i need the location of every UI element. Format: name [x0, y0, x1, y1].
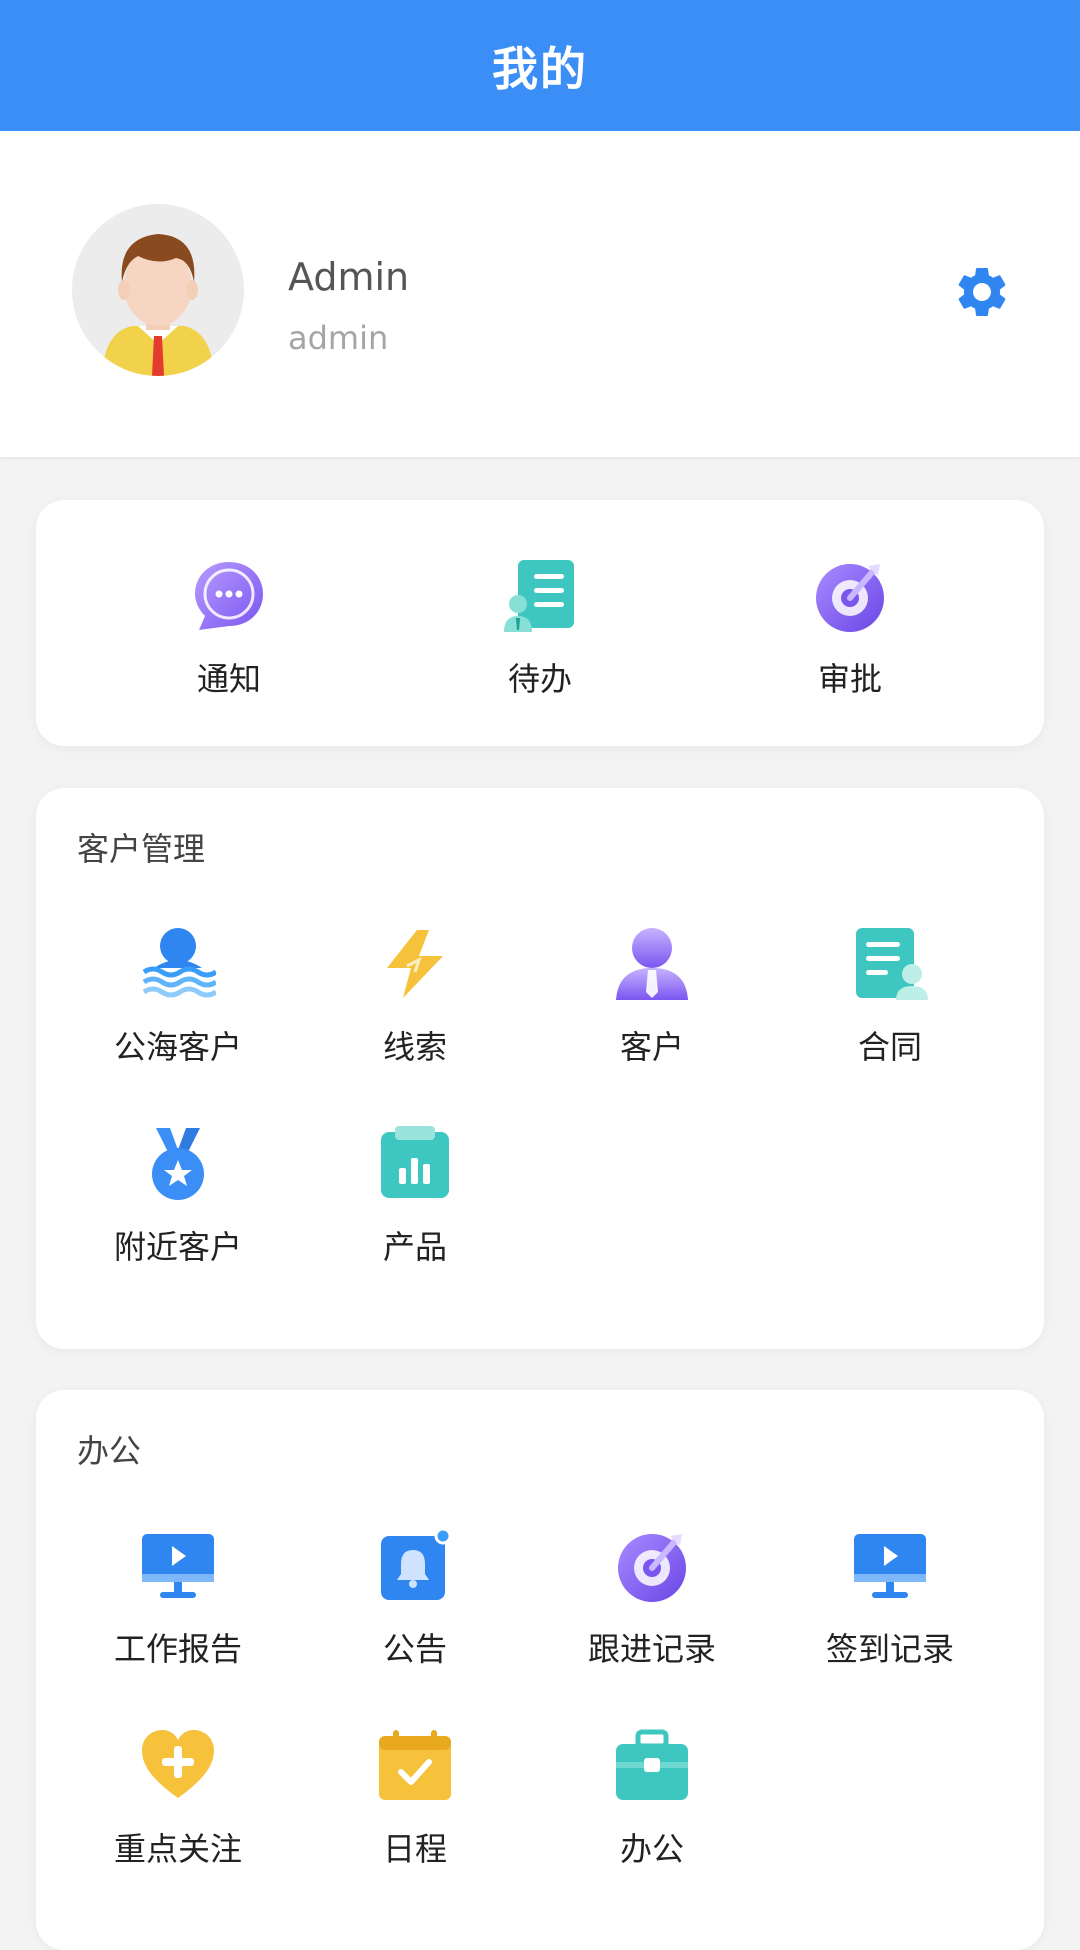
calendar-check-icon — [379, 1730, 451, 1800]
office-item-checkin[interactable]: 签到记录 — [771, 1528, 1009, 1688]
bell-icon — [381, 1528, 452, 1600]
profile-section[interactable]: Admin admin — [0, 131, 1080, 457]
todo-list-icon — [504, 560, 574, 632]
customer-item-public-sea[interactable]: 公海客户 — [59, 926, 297, 1086]
customer-item-leads[interactable]: 线索 — [296, 926, 534, 1086]
lightning-icon — [387, 930, 443, 998]
settings-button[interactable] — [952, 262, 1012, 322]
section-title: 客户管理 — [77, 830, 206, 868]
office-item-label: 办公 — [619, 1830, 684, 1868]
office-item-label: 签到记录 — [825, 1630, 954, 1668]
office-item-work-report[interactable]: 工作报告 — [59, 1528, 297, 1688]
office-item-label: 重点关注 — [113, 1830, 242, 1868]
customer-item-product[interactable]: 产品 — [296, 1126, 534, 1286]
office-item-announcement[interactable]: 公告 — [296, 1528, 534, 1688]
quick-item-approval[interactable]: 审批 — [731, 558, 969, 718]
quick-actions-card: 通知 待办 审批 — [36, 500, 1044, 746]
customer-item-customer[interactable]: 客户 — [533, 926, 771, 1086]
chat-bubble-icon — [195, 562, 263, 630]
customer-item-nearby[interactable]: 附近客户 — [59, 1126, 297, 1286]
target-icon — [618, 1534, 686, 1602]
avatar[interactable] — [72, 204, 244, 376]
gear-icon — [958, 268, 1006, 316]
user-name: Admin — [288, 255, 410, 299]
customer-item-contract[interactable]: 合同 — [771, 926, 1009, 1086]
section-title: 办公 — [77, 1432, 142, 1470]
office-item-office[interactable]: 办公 — [533, 1728, 771, 1888]
office-item-follow-up[interactable]: 跟进记录 — [533, 1528, 771, 1688]
product-chart-icon — [381, 1126, 449, 1198]
monitor-play-icon — [854, 1534, 926, 1598]
quick-item-label: 待办 — [507, 660, 572, 698]
quick-item-label: 审批 — [817, 660, 882, 698]
office-card: 办公 工作报告 公告 跟进记录 签到记录 重点关注 日程 办公 — [36, 1390, 1044, 1950]
quick-item-todo[interactable]: 待办 — [421, 558, 659, 718]
heart-plus-icon — [142, 1730, 214, 1798]
office-item-schedule[interactable]: 日程 — [296, 1728, 534, 1888]
target-icon — [816, 564, 884, 632]
office-item-label: 工作报告 — [113, 1630, 242, 1668]
office-item-focus[interactable]: 重点关注 — [59, 1728, 297, 1888]
customer-management-card: 客户管理 公海客户 线索 客户 合同 附近客户 产品 — [36, 788, 1044, 1349]
briefcase-icon — [616, 1729, 688, 1800]
user-account: admin — [288, 319, 389, 357]
avatar-image — [72, 204, 244, 376]
office-item-label: 公告 — [382, 1630, 447, 1668]
office-item-label: 跟进记录 — [587, 1630, 716, 1668]
contract-icon — [856, 928, 928, 1000]
page-title: 我的 — [492, 41, 588, 96]
office-item-label: 日程 — [382, 1830, 447, 1868]
quick-item-notice[interactable]: 通知 — [110, 558, 348, 718]
customer-item-label: 公海客户 — [113, 1028, 242, 1066]
customer-item-label: 产品 — [382, 1228, 447, 1266]
customer-item-label: 客户 — [619, 1028, 684, 1066]
top-bar: 我的 — [0, 0, 1080, 131]
monitor-play-icon — [142, 1534, 214, 1598]
medal-icon — [152, 1128, 204, 1200]
sea-customer-icon — [142, 928, 216, 998]
customer-item-label: 线索 — [382, 1028, 447, 1066]
person-tie-icon — [616, 928, 688, 1000]
quick-item-label: 通知 — [196, 660, 261, 698]
customer-item-label: 合同 — [857, 1028, 922, 1066]
customer-item-label: 附近客户 — [113, 1228, 242, 1266]
